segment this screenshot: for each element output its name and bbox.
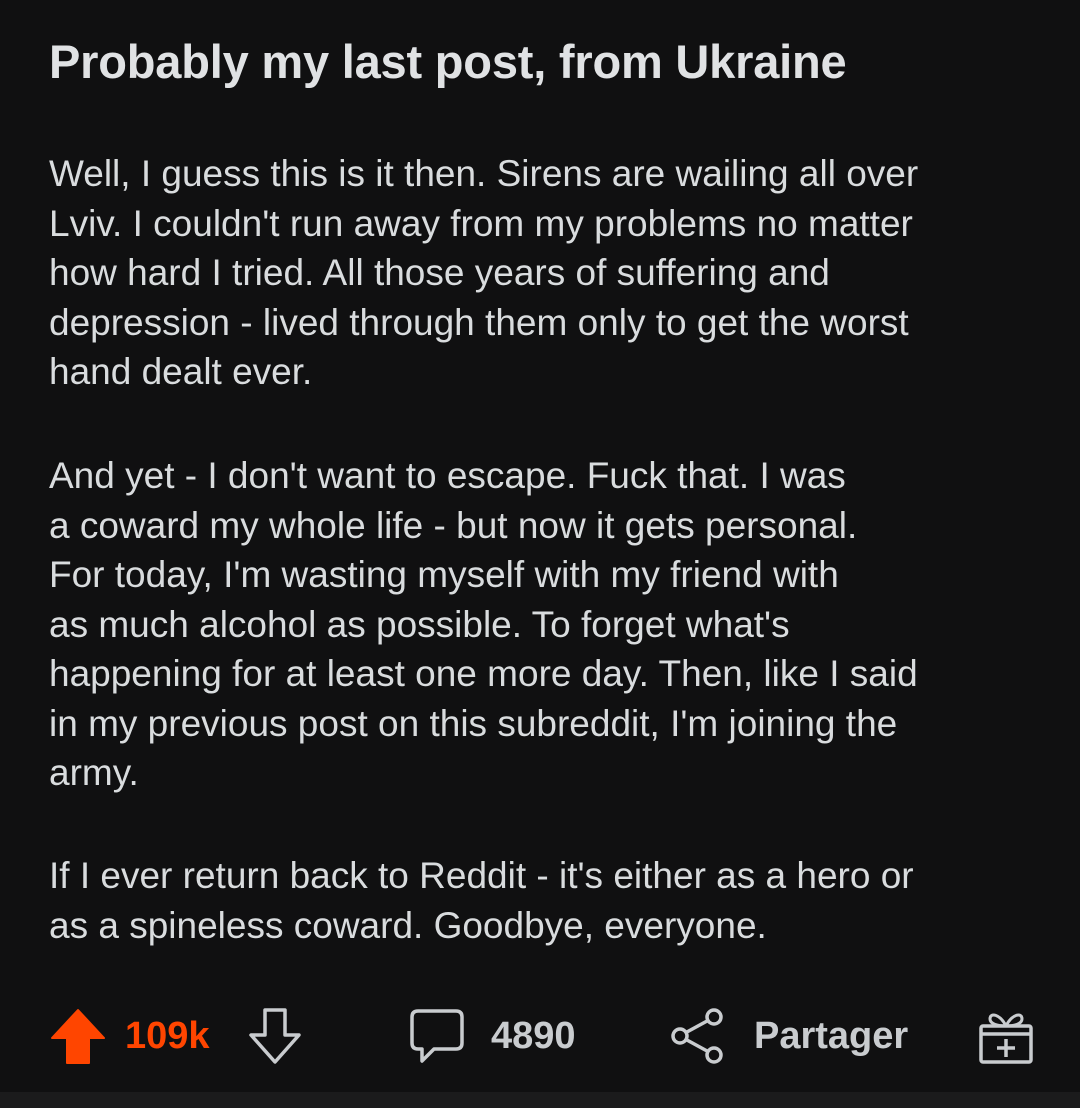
body-line: as a spineless coward. Goodbye, everyone… bbox=[49, 904, 767, 946]
body-line: And yet - I don't want to escape. Fuck t… bbox=[49, 455, 846, 496]
post-paragraph-1: Well, I guess this is it then. Sirens ar… bbox=[49, 149, 1039, 397]
body-line: hand dealt ever. bbox=[49, 351, 313, 392]
award-button[interactable] bbox=[976, 1000, 1036, 1072]
body-line: a coward my whole life - but now it gets… bbox=[49, 504, 858, 546]
body-line: If I ever return back to Reddit - it's e… bbox=[49, 855, 914, 896]
body-line: For today, I'm wasting myself with my fr… bbox=[49, 554, 839, 595]
post-action-bar: 109k 4890 Partager bbox=[0, 1000, 1080, 1072]
vote-group: 109k bbox=[49, 1000, 210, 1072]
comment-bubble-icon bbox=[408, 1007, 466, 1065]
post-container: Probably my last post, from Ukraine Well… bbox=[0, 0, 1080, 1108]
body-line: how hard I tried. All those years of suf… bbox=[49, 252, 830, 293]
comment-count: 4890 bbox=[491, 1014, 576, 1057]
body-line: in my previous post on this subreddit, I… bbox=[49, 702, 898, 744]
comments-button[interactable]: 4890 bbox=[408, 1000, 576, 1072]
body-line: depression - lived through them only to … bbox=[49, 301, 909, 343]
downvote-button[interactable] bbox=[246, 1000, 304, 1072]
share-label: Partager bbox=[754, 1014, 909, 1057]
post-title: Probably my last post, from Ukraine bbox=[49, 35, 847, 88]
gift-award-icon bbox=[976, 1006, 1036, 1066]
upvote-arrow-icon[interactable] bbox=[49, 1007, 107, 1065]
body-line: army. bbox=[49, 752, 139, 793]
body-line: Well, I guess this is it then. Sirens ar… bbox=[49, 153, 919, 194]
body-line: as much alcohol as possible. To forget w… bbox=[49, 603, 790, 645]
post-paragraph-2: And yet - I don't want to escape. Fuck t… bbox=[49, 451, 1039, 798]
share-icon bbox=[670, 1007, 726, 1065]
downvote-arrow-icon[interactable] bbox=[246, 1006, 304, 1066]
body-line: happening for at least one more day. The… bbox=[49, 653, 918, 694]
post-paragraph-3: If I ever return back to Reddit - it's e… bbox=[49, 851, 1039, 950]
share-button[interactable]: Partager bbox=[670, 1000, 908, 1072]
vote-score: 109k bbox=[125, 1014, 210, 1057]
body-line: Lviv. I couldn't run away from my proble… bbox=[49, 202, 913, 244]
bottom-divider bbox=[0, 1092, 1080, 1108]
